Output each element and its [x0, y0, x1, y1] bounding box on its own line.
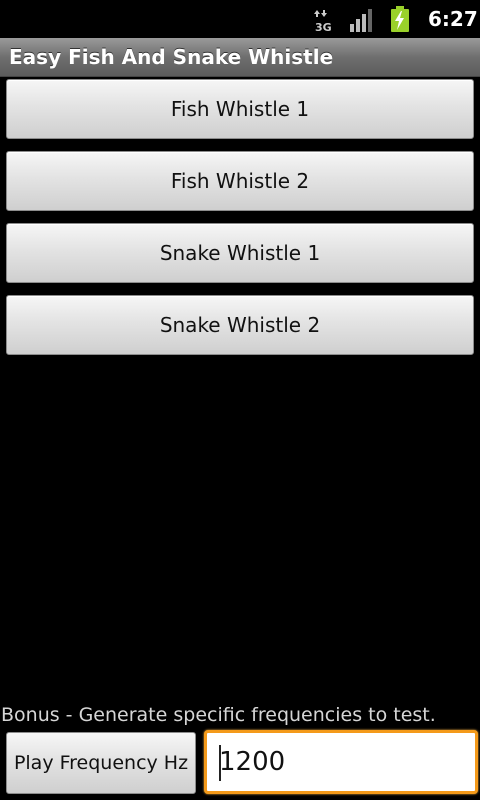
button-label: Fish Whistle 2 — [170, 169, 310, 193]
frequency-input-container[interactable] — [204, 730, 478, 794]
button-label: Snake Whistle 1 — [159, 241, 321, 265]
signal-strength-icon — [350, 9, 372, 32]
status-bar: 3G 6:27 — [0, 0, 480, 38]
3g-data-icon: 3G — [314, 10, 332, 32]
clock: 6:27 — [428, 7, 478, 31]
button-label: Fish Whistle 1 — [170, 97, 310, 121]
app-screen: 3G 6:27 Easy Fish And Snake Whistle Fish… — [0, 0, 480, 800]
button-label: Snake Whistle 2 — [159, 313, 321, 337]
app-title: Easy Fish And Snake Whistle — [9, 45, 334, 69]
battery-charging-icon — [391, 6, 409, 32]
fish-whistle-1-button[interactable]: Fish Whistle 1 — [6, 79, 474, 139]
button-label: Play Frequency Hz — [13, 752, 189, 774]
text-cursor — [219, 745, 221, 781]
bonus-label: Bonus - Generate specific frequencies to… — [1, 704, 436, 726]
snake-whistle-1-button[interactable]: Snake Whistle 1 — [6, 223, 474, 283]
snake-whistle-2-button[interactable]: Snake Whistle 2 — [6, 295, 474, 355]
play-frequency-button[interactable]: Play Frequency Hz — [6, 732, 196, 794]
svg-text:3G: 3G — [315, 21, 332, 32]
frequency-input[interactable] — [207, 733, 475, 791]
fish-whistle-2-button[interactable]: Fish Whistle 2 — [6, 151, 474, 211]
title-bar: Easy Fish And Snake Whistle — [0, 38, 480, 77]
